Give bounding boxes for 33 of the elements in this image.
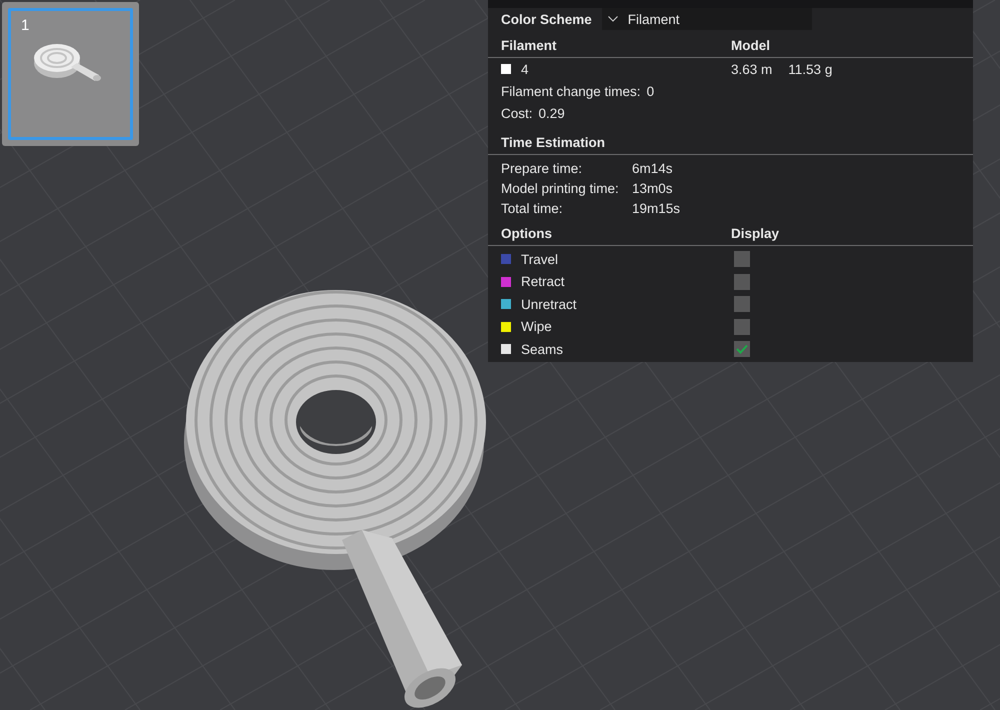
time-label: Model printing time:: [501, 180, 619, 196]
display-checkbox[interactable]: [734, 341, 750, 358]
display-checkbox[interactable]: [734, 274, 750, 290]
time-value: 13m0s: [632, 180, 673, 196]
column-header: Options: [501, 226, 553, 240]
time-label: Total time:: [501, 200, 563, 216]
column-header: Display: [731, 226, 780, 240]
time-value: 6m14s: [632, 160, 673, 176]
display-checkbox[interactable]: [734, 318, 750, 335]
time-label: Prepare time:: [501, 160, 582, 176]
color-scheme-dropdown[interactable]: Filament: [602, 8, 812, 30]
display-checkbox[interactable]: [734, 251, 750, 268]
change-times-label: Filament change times:: [501, 84, 641, 98]
color-scheme-label: Color Scheme: [501, 12, 592, 26]
option-label: Seams: [521, 342, 564, 357]
cost-value: 0.29: [538, 106, 565, 120]
column-header: Model: [731, 38, 770, 52]
filament-length: 3.63 m: [731, 62, 772, 76]
chevron-down-icon: [608, 16, 618, 22]
option-label: Wipe: [521, 319, 552, 334]
time-value: 19m15s: [632, 200, 680, 216]
display-checkbox[interactable]: [734, 296, 750, 312]
checkmark-icon: [736, 344, 748, 354]
section-title: Time Estimation: [501, 134, 606, 150]
cost-label: Cost:: [501, 106, 533, 120]
option-label: Unretract: [521, 296, 577, 312]
change-times-value: 0: [646, 84, 654, 98]
option-label: Travel: [521, 252, 558, 267]
filament-weight: 11.53 g: [788, 62, 832, 76]
column-header: Filament: [501, 38, 558, 52]
plate-number: 1: [21, 17, 30, 34]
option-label: Retract: [521, 274, 565, 290]
filament-name: 4: [521, 62, 529, 76]
